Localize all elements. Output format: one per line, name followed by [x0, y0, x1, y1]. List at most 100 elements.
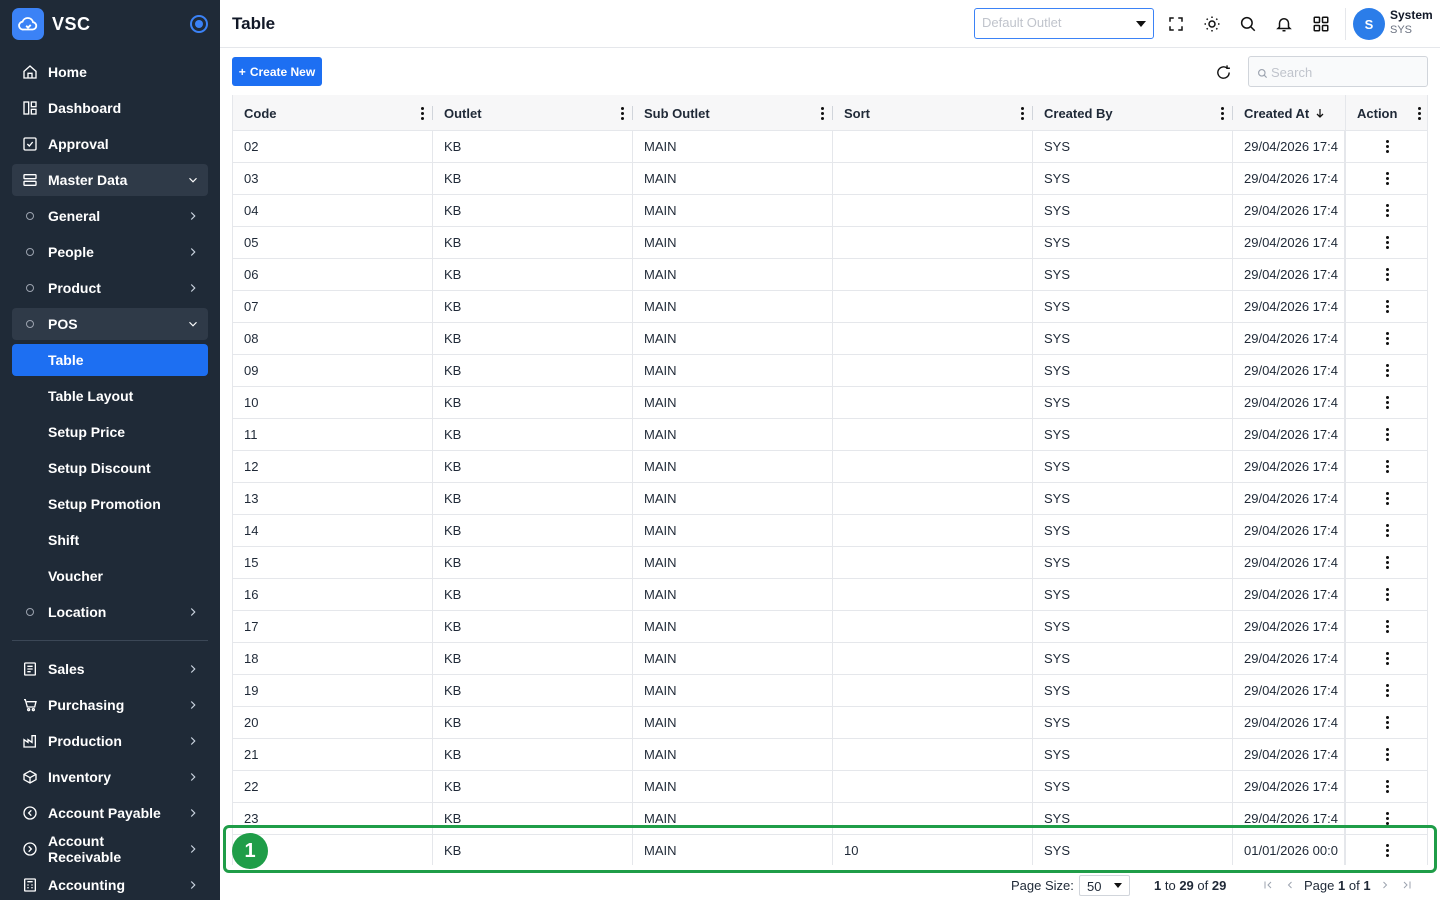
table-row[interactable]: 20 KB MAIN SYS 29/04/2026 17:4 [233, 707, 1427, 739]
sidebar-item-setup-discount[interactable]: Setup Discount [12, 452, 208, 484]
row-action-menu-icon[interactable] [1345, 515, 1427, 546]
table-row[interactable]: 14 KB MAIN SYS 29/04/2026 17:4 [233, 515, 1427, 547]
column-header-action[interactable]: Action [1345, 95, 1427, 131]
column-menu-icon[interactable] [1012, 106, 1032, 120]
page-size-select[interactable]: 50 [1079, 875, 1130, 896]
table-row[interactable]: 10 KB MAIN SYS 29/04/2026 17:4 [233, 387, 1427, 419]
apps-grid-icon[interactable] [1310, 13, 1332, 35]
first-page-icon[interactable] [1260, 876, 1276, 894]
sidebar-item-voucher[interactable]: Voucher [12, 560, 208, 592]
page-current: 1 [1338, 877, 1346, 893]
sidebar-item-people[interactable]: People [12, 236, 208, 268]
bell-icon[interactable] [1273, 13, 1295, 35]
create-new-button[interactable]: + Create New [232, 57, 322, 86]
row-action-menu-icon[interactable] [1345, 419, 1427, 450]
column-menu-icon[interactable] [612, 106, 632, 120]
column-header-created-at[interactable]: Created At [1233, 95, 1345, 131]
sidebar-item-general[interactable]: General [12, 200, 208, 232]
sidebar-item-sales[interactable]: Sales [12, 653, 208, 685]
row-action-menu-icon[interactable] [1345, 291, 1427, 322]
table-row[interactable]: 13 KB MAIN SYS 29/04/2026 17:4 [233, 483, 1427, 515]
row-action-menu-icon[interactable] [1345, 355, 1427, 386]
sidebar-item-purchasing[interactable]: Purchasing [12, 689, 208, 721]
column-menu-icon[interactable] [412, 106, 432, 120]
prev-page-icon[interactable] [1282, 876, 1298, 894]
table-row[interactable]: 17 KB MAIN SYS 29/04/2026 17:4 [233, 611, 1427, 643]
table-row[interactable]: 22 KB MAIN SYS 29/04/2026 17:4 [233, 771, 1427, 803]
outlet-select[interactable]: Default Outlet [974, 8, 1154, 39]
avatar[interactable]: S [1353, 8, 1385, 40]
row-action-menu-icon[interactable] [1345, 739, 1427, 770]
sidebar-item-setup-price[interactable]: Setup Price [12, 416, 208, 448]
row-action-menu-icon[interactable] [1345, 675, 1427, 706]
range-start: 1 [1154, 878, 1162, 893]
page-indicator: Page 1 of 1 [1304, 878, 1371, 893]
table-row[interactable]: 02 KB MAIN SYS 29/04/2026 17:4 [233, 131, 1427, 163]
row-action-menu-icon[interactable] [1345, 451, 1427, 482]
row-action-menu-icon[interactable] [1345, 195, 1427, 226]
row-action-menu-icon[interactable] [1345, 323, 1427, 354]
sun-icon[interactable] [1201, 13, 1223, 35]
table-row[interactable]: 11 KB MAIN SYS 29/04/2026 17:4 [233, 419, 1427, 451]
row-action-menu-icon[interactable] [1345, 579, 1427, 610]
table-row[interactable]: 18 KB MAIN SYS 29/04/2026 17:4 [233, 643, 1427, 675]
sidebar-item-shift[interactable]: Shift [12, 524, 208, 556]
column-header-sub-outlet[interactable]: Sub Outlet [633, 95, 833, 131]
column-menu-icon[interactable] [1409, 106, 1427, 120]
row-action-menu-icon[interactable] [1345, 483, 1427, 514]
table-row[interactable]: 15 KB MAIN SYS 29/04/2026 17:4 [233, 547, 1427, 579]
row-action-menu-icon[interactable] [1345, 547, 1427, 578]
fullscreen-icon[interactable] [1165, 13, 1187, 35]
refresh-icon[interactable] [1212, 61, 1234, 83]
sidebar-item-table-layout[interactable]: Table Layout [12, 380, 208, 412]
row-action-menu-icon[interactable] [1345, 611, 1427, 642]
sidebar-item-home[interactable]: Home [12, 56, 208, 88]
sidebar-item-production[interactable]: Production [12, 725, 208, 757]
table-row[interactable]: 08 KB MAIN SYS 29/04/2026 17:4 [233, 323, 1427, 355]
row-action-menu-icon[interactable] [1345, 227, 1427, 258]
sidebar-item-accounting[interactable]: Accounting [12, 869, 208, 900]
row-action-menu-icon[interactable] [1345, 771, 1427, 802]
table-row[interactable]: 06 KB MAIN SYS 29/04/2026 17:4 [233, 259, 1427, 291]
table-row[interactable]: 19 KB MAIN SYS 29/04/2026 17:4 [233, 675, 1427, 707]
column-menu-icon[interactable] [812, 106, 832, 120]
table-row[interactable]: 21 KB MAIN SYS 29/04/2026 17:4 [233, 739, 1427, 771]
sidebar-item-location[interactable]: Location [12, 596, 208, 628]
column-header-code[interactable]: Code [233, 95, 433, 131]
row-action-menu-icon[interactable] [1345, 707, 1427, 738]
table-row[interactable]: 05 KB MAIN SYS 29/04/2026 17:4 [233, 227, 1427, 259]
table-row[interactable]: 03 KB MAIN SYS 29/04/2026 17:4 [233, 163, 1427, 195]
table-row[interactable]: 07 KB MAIN SYS 29/04/2026 17:4 [233, 291, 1427, 323]
sidebar-item-setup-promotion[interactable]: Setup Promotion [12, 488, 208, 520]
sidebar-item-account-receivable[interactable]: Account Receivable [12, 833, 208, 865]
sidebar-item-account-payable[interactable]: Account Payable [12, 797, 208, 829]
sidebar-item-product[interactable]: Product [12, 272, 208, 304]
search-icon[interactable] [1237, 13, 1259, 35]
sidebar-item-pos[interactable]: POS [12, 308, 208, 340]
row-action-menu-icon[interactable] [1345, 131, 1427, 162]
sidebar-item-inventory[interactable]: Inventory [12, 761, 208, 793]
column-menu-icon[interactable] [1212, 106, 1232, 120]
cell-code: 04 [233, 195, 433, 226]
row-action-menu-icon[interactable] [1345, 259, 1427, 290]
table-row[interactable]: 12 KB MAIN SYS 29/04/2026 17:4 [233, 451, 1427, 483]
last-page-icon[interactable] [1399, 876, 1415, 894]
column-header-created-by[interactable]: Created By [1033, 95, 1233, 131]
sidebar-item-dashboard[interactable]: Dashboard [12, 92, 208, 124]
sidebar-item-master-data[interactable]: Master Data [12, 164, 208, 196]
sidebar-item-table[interactable]: Table [12, 344, 208, 376]
table-row[interactable]: 09 KB MAIN SYS 29/04/2026 17:4 [233, 355, 1427, 387]
sidebar-item-approval[interactable]: Approval [12, 128, 208, 160]
search-input[interactable] [1271, 62, 1421, 82]
table-row[interactable]: 16 KB MAIN SYS 29/04/2026 17:4 [233, 579, 1427, 611]
table-row[interactable]: 04 KB MAIN SYS 29/04/2026 17:4 [233, 195, 1427, 227]
column-header-label: Sub Outlet [644, 105, 710, 121]
next-page-icon[interactable] [1377, 876, 1393, 894]
sidebar-toggle-icon[interactable] [190, 15, 208, 33]
row-action-menu-icon[interactable] [1345, 387, 1427, 418]
row-action-menu-icon[interactable] [1345, 643, 1427, 674]
column-header-outlet[interactable]: Outlet [433, 95, 633, 131]
row-action-menu-icon[interactable] [1345, 163, 1427, 194]
brand[interactable]: VSC [12, 8, 208, 40]
column-header-sort[interactable]: Sort [833, 95, 1033, 131]
